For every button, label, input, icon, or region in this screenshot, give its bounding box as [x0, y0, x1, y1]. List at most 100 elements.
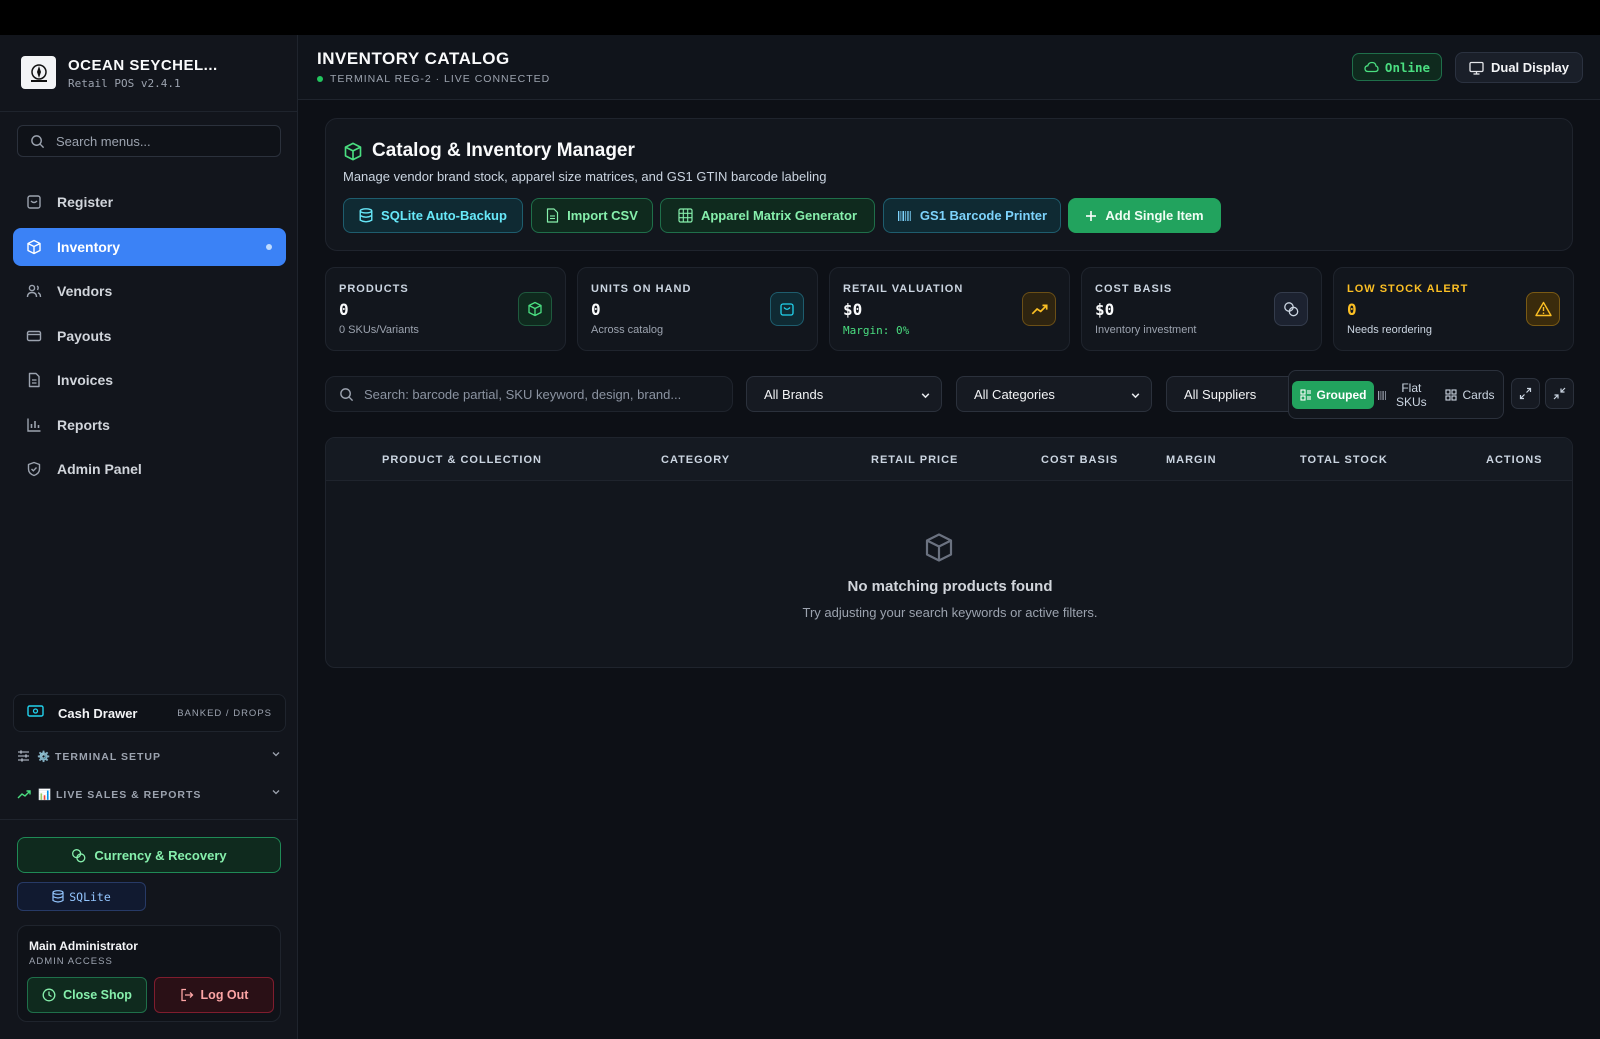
stat-value: $0 [1095, 300, 1115, 319]
brand-select[interactable]: All Brands [746, 376, 942, 412]
stat-note: Inventory investment [1095, 324, 1197, 336]
live-sales-section[interactable]: 📊 LIVE SALES & REPORTS [17, 784, 281, 804]
currency-recovery-button[interactable]: Currency & Recovery [17, 837, 281, 873]
sidebar-item-reports[interactable]: Reports [13, 406, 286, 444]
database-badge[interactable]: SQLite [17, 882, 146, 911]
list-grouped-icon [1299, 389, 1312, 401]
stat-note: Across catalog [591, 324, 664, 336]
column-header-retail-price[interactable]: RETAIL PRICE [871, 454, 958, 466]
stat-card-units-on-hand: UNITS ON HAND 0 Across catalog [577, 267, 818, 351]
plus-icon [1085, 210, 1097, 222]
product-search-input[interactable] [364, 377, 724, 411]
view-cards-button[interactable]: Cards [1439, 381, 1501, 409]
gs1-barcode-button[interactable]: GS1 Barcode Printer [883, 198, 1061, 233]
box-icon [518, 292, 552, 326]
stat-card-products: PRODUCTS 0 0 SKUs/Variants [325, 267, 566, 351]
stat-label: PRODUCTS [339, 283, 409, 295]
column-header-cost-basis[interactable]: COST BASIS [1041, 454, 1118, 466]
online-status-label: Online [1384, 59, 1431, 75]
search-icon [339, 387, 354, 407]
sidebar-item-payouts[interactable]: Payouts [13, 317, 286, 355]
cash-drawer-item[interactable]: Cash Drawer BANKED / DROPS [13, 694, 286, 732]
empty-state-subtitle: Try adjusting your search keywords or ac… [802, 605, 1098, 620]
active-indicator [266, 244, 272, 250]
sidebar-item-invoices[interactable]: Invoices [13, 361, 286, 399]
expand-all-button[interactable] [1511, 378, 1540, 409]
coins-icon [71, 848, 86, 863]
sidebar-item-label: Invoices [57, 372, 114, 388]
stat-label: UNITS ON HAND [591, 283, 692, 295]
sidebar-item-vendors[interactable]: Vendors [13, 272, 286, 310]
logout-button[interactable]: Log Out [154, 977, 274, 1013]
bag-icon [770, 292, 804, 326]
stat-value: 0 [1347, 300, 1357, 319]
sidebar-item-inventory[interactable]: Inventory [13, 228, 286, 266]
stat-label: LOW STOCK ALERT [1347, 283, 1469, 295]
import-csv-label: Import CSV [567, 208, 638, 223]
import-csv-button[interactable]: Import CSV [531, 198, 653, 233]
column-header-total-stock[interactable]: TOTAL STOCK [1300, 454, 1388, 466]
sqlite-backup-button[interactable]: SQLite Auto-Backup [343, 198, 523, 233]
category-select[interactable]: All Categories [956, 376, 1152, 412]
user-name: Main Administrator [29, 939, 138, 953]
cloud-icon [1364, 61, 1379, 73]
gs1-barcode-label: GS1 Barcode Printer [919, 208, 1048, 223]
supplier-select[interactable]: All Suppliers [1166, 376, 1290, 412]
product-search [325, 376, 733, 412]
sidebar-item-label: Payouts [57, 328, 112, 344]
catalog-title: Catalog & Inventory Manager [372, 140, 635, 161]
sidebar-item-admin-panel[interactable]: Admin Panel [13, 450, 286, 488]
users-icon [25, 282, 43, 300]
store-logo [21, 56, 56, 89]
column-header-category[interactable]: CATEGORY [661, 454, 730, 466]
register-icon [25, 193, 43, 211]
expand-icon [1519, 387, 1532, 400]
view-flat-label-line1: Flat [1401, 381, 1422, 395]
document-icon [25, 371, 43, 389]
file-icon [546, 208, 559, 223]
sidebar-divider [0, 819, 297, 820]
section-label: 📊 LIVE SALES & REPORTS [38, 788, 202, 801]
sidebar-item-register[interactable]: Register [13, 183, 286, 221]
stat-label: COST BASIS [1095, 283, 1173, 295]
stat-note: Margin: 0% [843, 324, 910, 337]
view-grouped-button[interactable]: Grouped [1292, 381, 1374, 409]
dual-display-button[interactable]: Dual Display [1455, 52, 1583, 83]
column-header-product[interactable]: PRODUCT & COLLECTION [382, 454, 542, 466]
logout-icon [180, 988, 194, 1002]
cash-icon [27, 704, 44, 723]
user-card: Main Administrator ADMIN ACCESS Close Sh… [17, 925, 281, 1022]
sidebar: OCEAN SEYCHEL... Retail POS v2.4.1 Regis… [0, 35, 298, 1039]
terminal-setup-section[interactable]: ⚙️ TERMINAL SETUP [17, 746, 281, 766]
stat-note: 0 SKUs/Variants [339, 324, 419, 336]
page-title: INVENTORY CATALOG [317, 49, 510, 68]
catalog-description: Manage vendor brand stock, apparel size … [343, 169, 827, 184]
stat-value: 0 [591, 300, 601, 319]
collapse-all-button[interactable] [1545, 378, 1574, 409]
collapse-icon [1553, 387, 1566, 400]
sqlite-backup-label: SQLite Auto-Backup [381, 208, 507, 223]
stat-card-cost-basis: COST BASIS $0 Inventory investment [1081, 267, 1322, 351]
connection-dot [317, 76, 323, 82]
column-header-margin[interactable]: MARGIN [1166, 454, 1217, 466]
barcode-icon [897, 210, 912, 222]
close-shop-label: Close Shop [63, 988, 132, 1002]
box-icon [343, 141, 363, 167]
trend-up-icon [1022, 292, 1056, 326]
menu-search [17, 125, 281, 157]
database-icon [359, 208, 373, 223]
database-label: SQLite [69, 889, 111, 904]
view-flat-skus-button[interactable]: Flat SKUs [1378, 379, 1440, 411]
card-icon [25, 327, 43, 345]
table-header: PRODUCT & COLLECTION CATEGORY RETAIL PRI… [326, 438, 1572, 481]
search-icon [30, 134, 45, 154]
close-shop-button[interactable]: Close Shop [27, 977, 147, 1013]
view-mode-toggle: Grouped Flat SKUs Cards [1288, 370, 1504, 419]
grid-icon [678, 208, 693, 223]
stat-value: 0 [339, 300, 349, 319]
menu-search-input[interactable] [56, 126, 276, 156]
sidebar-item-label: Register [57, 194, 114, 210]
apparel-matrix-button[interactable]: Apparel Matrix Generator [660, 198, 875, 233]
chevron-down-icon [1130, 389, 1141, 404]
add-single-item-button[interactable]: Add Single Item [1068, 198, 1221, 233]
